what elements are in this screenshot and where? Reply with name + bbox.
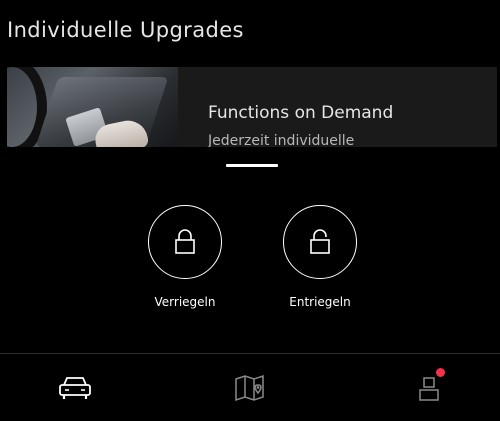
map-icon <box>235 374 264 402</box>
section-title: Individuelle Upgrades <box>7 18 244 42</box>
nav-profile[interactable] <box>409 368 449 408</box>
notification-dot <box>436 368 445 377</box>
promo-subtitle: Jederzeit individuelle <box>208 133 355 147</box>
unlock-button[interactable] <box>283 205 357 279</box>
promo-title: Functions on Demand <box>208 103 394 123</box>
lock-button[interactable] <box>148 205 222 279</box>
profile-icon <box>419 377 439 401</box>
nav-map[interactable] <box>231 368 271 408</box>
lock-action[interactable]: Verriegeln <box>137 205 233 309</box>
unlock-label: Entriegeln <box>289 295 351 309</box>
bottom-nav <box>0 353 500 421</box>
promo-card[interactable]: Functions on Demand Jederzeit individuel… <box>7 67 497 147</box>
nav-vehicle[interactable] <box>55 368 95 408</box>
action-sheet: Verriegeln Entriegeln <box>0 147 500 353</box>
unlock-icon <box>310 229 330 254</box>
unlock-action[interactable]: Entriegeln <box>272 205 368 309</box>
promo-image <box>7 67 178 147</box>
car-icon <box>59 377 91 399</box>
lock-icon <box>175 229 195 254</box>
sheet-drag-handle[interactable] <box>226 164 278 167</box>
lock-label: Verriegeln <box>154 295 216 309</box>
